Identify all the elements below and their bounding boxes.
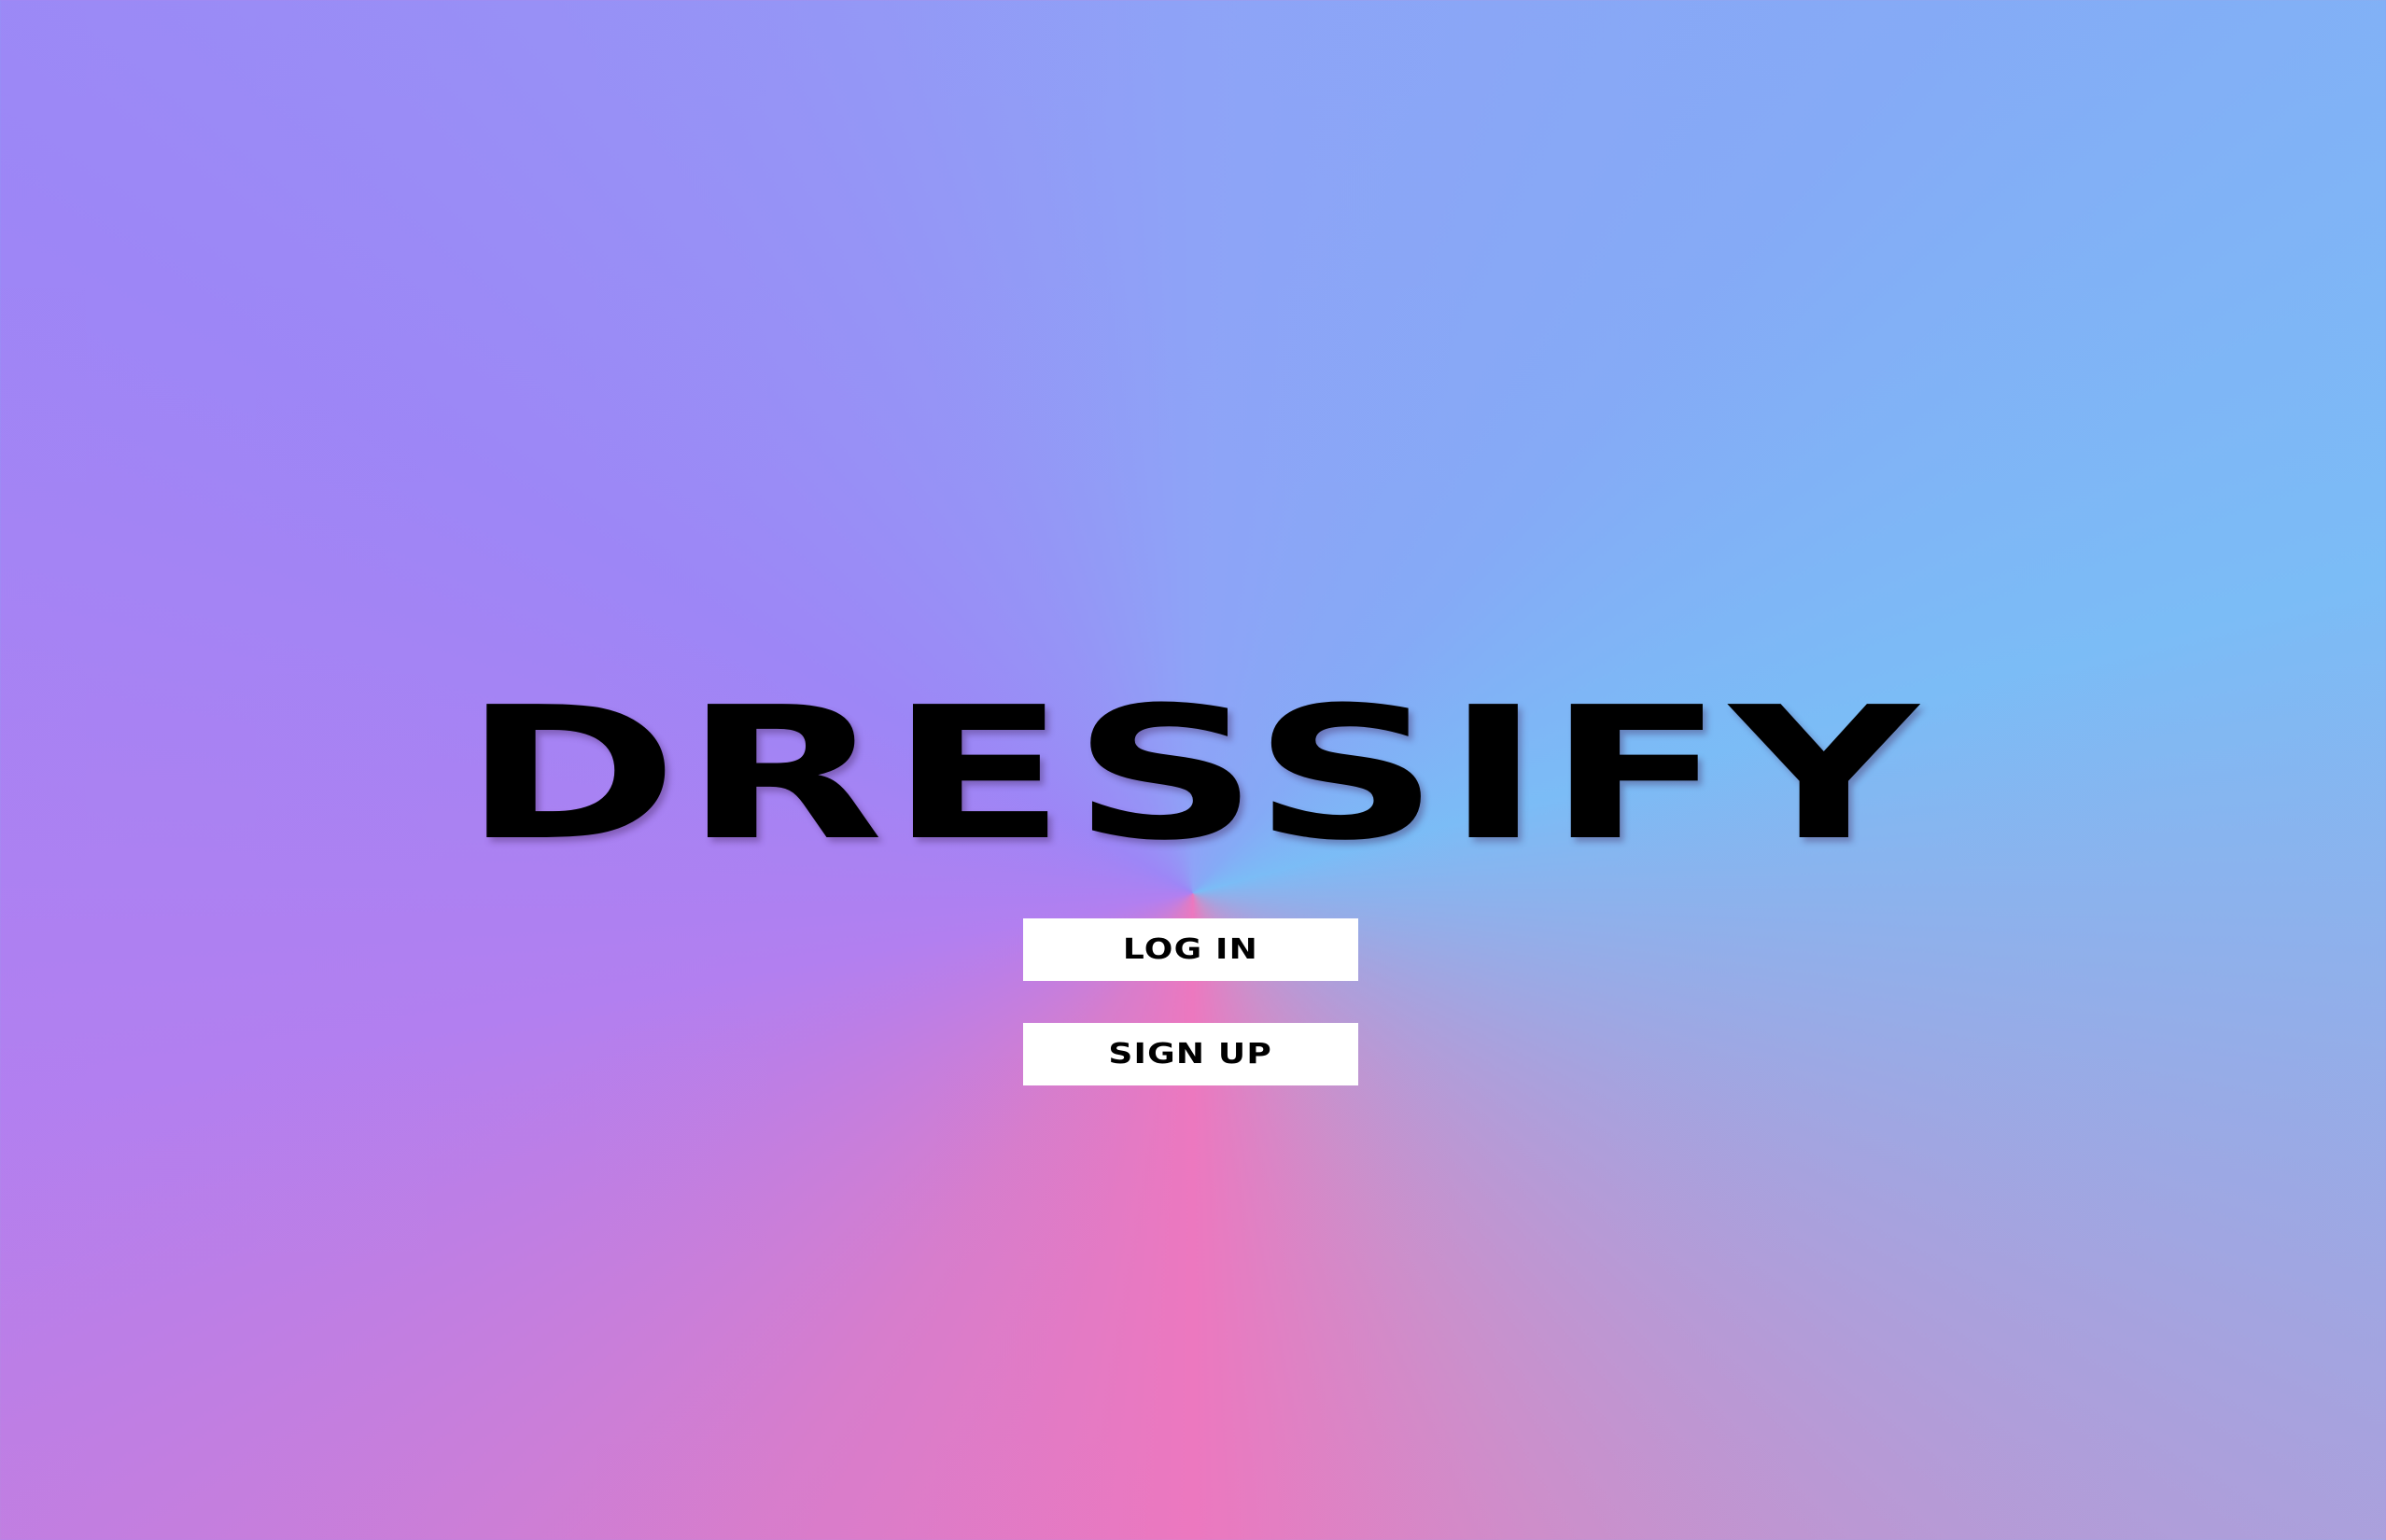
login-button-label: LOG IN (1122, 933, 1259, 966)
signup-button-label: SIGN UP (1108, 1038, 1273, 1071)
landing-screen: DRESSIFY LOG IN SIGN UP (0, 0, 2386, 1540)
app-logo-title: DRESSIFY (462, 668, 1924, 881)
login-button[interactable]: LOG IN (1023, 918, 1358, 981)
signup-button[interactable]: SIGN UP (1023, 1023, 1358, 1085)
